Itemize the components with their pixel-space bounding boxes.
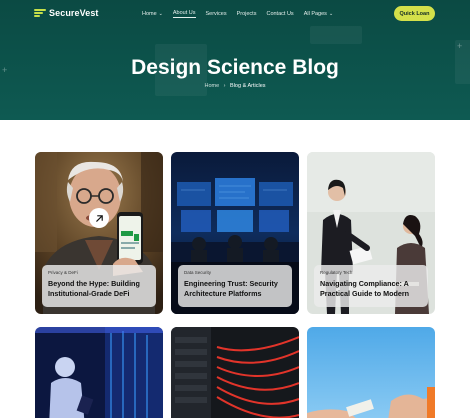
blog-card[interactable]: Privacy & DeFi Beyond the Hype: Building… (35, 152, 163, 314)
breadcrumb: Home › Blog & Articles (0, 83, 470, 89)
decor-square (310, 26, 362, 44)
post-image-server-technician (35, 327, 163, 418)
post-category: Data Security (184, 270, 212, 275)
top-navigation: SecureVest Home ⌄ About Us Services Proj… (0, 0, 470, 28)
post-overlay: Privacy & DeFi Beyond the Hype: Building… (42, 265, 156, 307)
main-menu: Home ⌄ About Us Services Projects Contac… (142, 10, 333, 18)
nav-item-services[interactable]: Services (206, 10, 227, 18)
blog-card[interactable]: Regulatory Tech Navigating Compliance: A… (307, 152, 435, 314)
breadcrumb-separator: › (223, 83, 226, 89)
brand-logo[interactable]: SecureVest (34, 8, 99, 18)
post-image-handshake-money (307, 327, 435, 418)
post-category: Regulatory Tech (320, 270, 353, 275)
nav-item-all-pages[interactable]: All Pages ⌄ (304, 10, 333, 18)
nav-label: About Us (172, 10, 196, 16)
brand-name: SecureVest (49, 8, 99, 18)
page-title: Design Science Blog (131, 56, 339, 79)
arrow-up-right-icon (95, 214, 103, 222)
quick-loan-button[interactable]: Quick Loan (394, 6, 435, 21)
nav-label: Services (205, 11, 227, 17)
nav-item-projects[interactable]: Projects (237, 10, 257, 18)
blog-card[interactable] (171, 327, 299, 418)
breadcrumb-home-link[interactable]: Home (204, 83, 219, 89)
nav-item-home[interactable]: Home ⌄ (142, 10, 163, 18)
nav-item-contact-us[interactable]: Contact Us (266, 10, 293, 18)
decor-plus-icon: + (457, 41, 463, 51)
post-image-network-cables (171, 327, 299, 418)
post-overlay: Regulatory Tech Navigating Compliance: A… (314, 265, 428, 307)
post-title[interactable]: Beyond the Hype: Building Institutional-… (48, 279, 150, 298)
open-post-button[interactable] (89, 208, 109, 228)
nav-label: All Pages (303, 11, 327, 17)
chevron-down-icon: ⌄ (328, 11, 334, 17)
nav-label: Contact Us (266, 11, 294, 17)
logo-mark-icon (34, 9, 46, 17)
hero-section: + + SecureVest Home ⌄ About Us Services … (0, 0, 470, 120)
nav-label: Home (142, 11, 157, 17)
post-title[interactable]: Engineering Trust: Security Architecture… (184, 279, 286, 298)
blog-card[interactable] (307, 327, 435, 418)
blog-card[interactable] (35, 327, 163, 418)
nav-label: Projects (236, 11, 257, 17)
post-title[interactable]: Navigating Compliance: A Practical Guide… (320, 279, 422, 298)
post-category: Privacy & DeFi (48, 270, 78, 275)
nav-item-about-us[interactable]: About Us (172, 10, 196, 18)
breadcrumb-current: Blog & Articles (230, 83, 266, 89)
post-overlay: Data Security Engineering Trust: Securit… (178, 265, 292, 307)
blog-card[interactable]: Data Security Engineering Trust: Securit… (171, 152, 299, 314)
chevron-down-icon: ⌄ (158, 11, 163, 17)
